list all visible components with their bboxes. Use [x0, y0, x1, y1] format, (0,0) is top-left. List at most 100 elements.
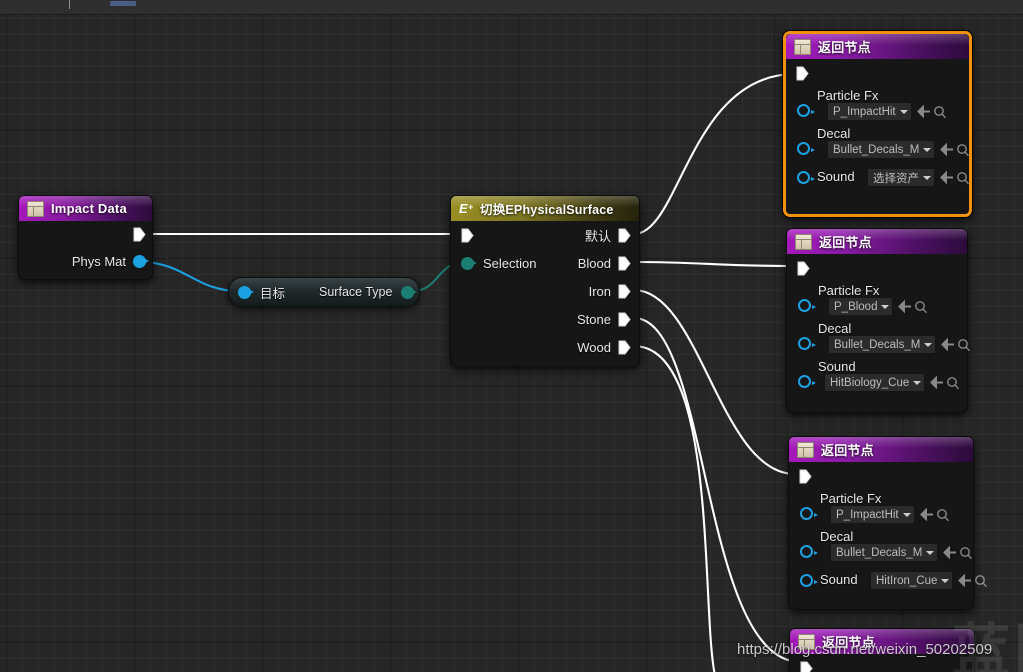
particle-fx-asset-dropdown[interactable]: P_ImpactHit [827, 102, 912, 121]
use-selected-asset-icon[interactable] [916, 105, 931, 118]
pin-label-selection: Selection [483, 255, 537, 271]
pin-row-sound[interactable]: Sound HitBiology_Cue [787, 358, 967, 396]
use-selected-asset-icon[interactable] [958, 574, 972, 587]
sound-input-pin[interactable] [800, 574, 818, 587]
decal-asset-dropdown[interactable]: Bullet_Decals_M [830, 543, 939, 562]
use-selected-asset-icon[interactable] [943, 546, 957, 559]
exec-out-pin-stone[interactable] [618, 312, 631, 327]
pin-row-particle-fx[interactable]: Particle Fx P_ImpactHit [786, 87, 969, 125]
browse-asset-icon[interactable] [956, 171, 970, 185]
use-selected-asset-icon[interactable] [940, 143, 954, 156]
sound-asset-dropdown[interactable]: HitIron_Cue [870, 571, 954, 590]
particle-fx-input-pin[interactable] [797, 104, 815, 117]
node-header[interactable]: 返回节点 [789, 437, 973, 462]
pin-row-phys-mat[interactable]: Phys Mat [19, 247, 152, 275]
exec-in-pin[interactable] [800, 661, 813, 672]
exec-out-pin-default[interactable] [618, 228, 631, 243]
browse-asset-icon[interactable] [974, 574, 988, 588]
use-selected-asset-icon[interactable] [919, 508, 934, 521]
node-return-3[interactable]: 返回节点 Particle Fx P_ImpactHit Decal Bulle… [788, 436, 988, 610]
pin-row-decal[interactable]: Decal Bullet_Decals_M [789, 528, 973, 566]
sound-asset-dropdown[interactable]: HitBiology_Cue [824, 373, 926, 392]
node-impact-data[interactable]: Impact Data Phys Mat [18, 195, 153, 280]
node-header[interactable]: E + 切换EPhysicalSurface [451, 196, 639, 221]
pin-label-decal: Decal [820, 529, 854, 544]
node-switch-ephysicalsurface[interactable]: E + 切换EPhysicalSurface 默认 Selection Bloo… [450, 195, 640, 367]
pin-row-exec-in[interactable] [787, 254, 967, 282]
particle-fx-asset-dropdown[interactable]: P_ImpactHit [830, 505, 915, 524]
return-node-icon [27, 200, 44, 217]
toolbar-tab-marker[interactable] [110, 1, 136, 6]
exec-in-pin[interactable] [799, 469, 812, 484]
decal-asset-dropdown[interactable]: Bullet_Decals_M [828, 335, 937, 354]
node-return-1[interactable]: 返回节点 Particle Fx P_ImpactHit Decal Bulle… [783, 31, 972, 217]
pin-row-decal[interactable]: Decal Bullet_Decals_M [787, 320, 971, 358]
pin-row-particle-fx[interactable]: Particle Fx P_Blood [787, 282, 967, 320]
blueprint-graph-canvas[interactable]: Impact Data Phys Mat 目标 Surface Type E +… [0, 0, 1023, 672]
browse-asset-icon[interactable] [946, 376, 960, 390]
pin-row-stone[interactable]: Stone [451, 305, 639, 333]
pin-row-selection-blood[interactable]: Selection Blood [451, 249, 639, 277]
pin-row-exec-in[interactable] [786, 59, 969, 87]
browse-asset-icon[interactable] [933, 105, 947, 119]
pin-row-exec-in[interactable] [789, 462, 973, 490]
pin-label-sound: Sound [820, 572, 858, 587]
chevron-down-icon [923, 147, 932, 152]
use-selected-asset-icon[interactable] [940, 171, 954, 184]
pin-row-iron[interactable]: Iron [451, 277, 639, 305]
use-selected-asset-icon[interactable] [941, 338, 955, 351]
exec-in-pin[interactable] [461, 228, 474, 243]
node-body: Particle Fx P_ImpactHit Decal Bullet_Dec… [786, 59, 970, 193]
decal-input-pin[interactable] [798, 337, 816, 350]
chevron-down-icon [926, 550, 935, 555]
decal-asset-dropdown[interactable]: Bullet_Decals_M [827, 140, 936, 159]
node-return-2[interactable]: 返回节点 Particle Fx P_Blood Decal Bullet_De… [786, 228, 971, 413]
sound-asset-dropdown[interactable]: 选择资产 [867, 168, 935, 187]
pin-label-decal: Decal [817, 126, 851, 141]
asset-value: P_ImpactHit [836, 508, 899, 521]
selection-input-pin[interactable] [461, 256, 477, 270]
particle-fx-asset-dropdown[interactable]: P_Blood [828, 297, 894, 316]
sound-input-pin[interactable] [798, 375, 816, 388]
exec-out-pin-blood[interactable] [618, 256, 631, 271]
target-input-pin[interactable] [238, 285, 254, 299]
asset-value: Bullet_Decals_M [833, 143, 920, 156]
surface-type-output-pin[interactable] [401, 285, 418, 299]
phys-mat-output-pin[interactable] [133, 254, 149, 268]
pin-row-wood[interactable]: Wood [451, 333, 639, 361]
browse-asset-icon[interactable] [956, 143, 970, 157]
node-header[interactable]: Impact Data [19, 196, 152, 221]
use-selected-asset-icon[interactable] [930, 376, 944, 389]
particle-fx-input-pin[interactable] [800, 507, 818, 520]
pin-row-decal[interactable]: Decal Bullet_Decals_M [786, 125, 970, 163]
browse-asset-icon[interactable] [914, 300, 928, 314]
exec-out-pin-iron[interactable] [618, 284, 631, 299]
exec-in-pin[interactable] [796, 66, 809, 81]
pin-row-sound[interactable]: Sound HitIron_Cue [789, 566, 988, 596]
pin-label-wood: Wood [577, 339, 611, 355]
exec-out-pin-wood[interactable] [618, 340, 631, 355]
decal-input-pin[interactable] [797, 142, 815, 155]
pin-row-sound[interactable]: Sound 选择资产 [786, 163, 970, 193]
pin-row-particle-fx[interactable]: Particle Fx P_ImpactHit [789, 490, 973, 528]
toolbar-tick [69, 0, 70, 9]
browse-asset-icon[interactable] [959, 546, 973, 560]
particle-fx-input-pin[interactable] [798, 299, 816, 312]
exec-out-pin[interactable] [133, 227, 146, 242]
pin-label-target: 目标 [260, 286, 286, 301]
browse-asset-icon[interactable] [936, 508, 950, 522]
node-get-surface-type[interactable]: 目标 Surface Type [228, 277, 420, 307]
decal-input-pin[interactable] [800, 545, 818, 558]
use-selected-asset-icon[interactable] [898, 300, 912, 313]
node-header[interactable]: 返回节点 [787, 229, 967, 254]
node-body: Particle Fx P_ImpactHit Decal Bullet_Dec… [789, 462, 988, 596]
node-body: Particle Fx P_Blood Decal Bullet_Decals_… [787, 254, 971, 396]
node-header[interactable]: 返回节点 [786, 34, 969, 59]
pin-row-exec-in-default[interactable]: 默认 [451, 221, 639, 249]
exec-in-pin[interactable] [797, 261, 810, 276]
pin-label-blood: Blood [577, 255, 611, 271]
node-body: 默认 Selection Blood Iron Stone Wood [451, 221, 639, 361]
pin-row-exec-out[interactable] [19, 221, 152, 247]
browse-asset-icon[interactable] [957, 338, 971, 352]
sound-input-pin[interactable] [797, 171, 815, 184]
